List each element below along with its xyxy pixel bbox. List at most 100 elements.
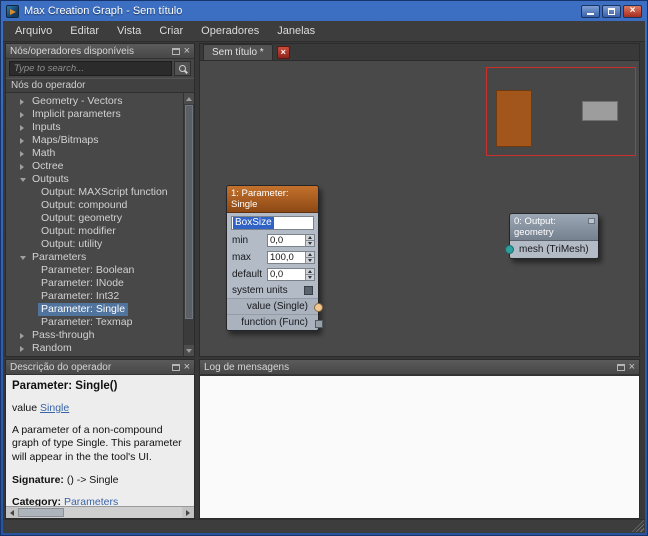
expand-icon[interactable] bbox=[20, 164, 29, 170]
function-output-port[interactable] bbox=[315, 320, 323, 328]
hscrollbar-track[interactable] bbox=[64, 507, 182, 518]
operator-group-header[interactable]: Nós do operador bbox=[6, 78, 194, 93]
tree-item-octree[interactable]: Octree bbox=[6, 160, 183, 173]
close-button[interactable]: × bbox=[623, 5, 642, 18]
node-collapse-icon[interactable] bbox=[588, 218, 595, 224]
param-name-value: BoxSize bbox=[233, 217, 274, 229]
expand-icon[interactable] bbox=[20, 138, 29, 144]
tree-item-output-geometry[interactable]: Output: geometry bbox=[6, 212, 183, 225]
resize-grip[interactable] bbox=[632, 520, 644, 532]
expand-icon[interactable] bbox=[20, 112, 29, 118]
tree-scrollbar-thumb[interactable] bbox=[185, 105, 193, 319]
menu-vista[interactable]: Vista bbox=[108, 22, 150, 40]
float-panel-icon[interactable] bbox=[172, 364, 180, 371]
nodes-panel-titlebar[interactable]: Nós/operadores disponíveis × bbox=[6, 44, 194, 59]
float-panel-icon[interactable] bbox=[172, 48, 180, 55]
field-input-max[interactable]: 100,0 bbox=[267, 251, 315, 264]
tree-item-output-maxscript-function[interactable]: Output: MAXScript function bbox=[6, 186, 183, 199]
tree-item-output-modifier[interactable]: Output: modifier bbox=[6, 225, 183, 238]
field-input-min[interactable]: 0,0 bbox=[267, 234, 315, 247]
tree-item-geometry-vectors[interactable]: Geometry - Vectors bbox=[6, 95, 183, 108]
scrollbar-track[interactable] bbox=[184, 320, 194, 345]
minimize-icon bbox=[587, 13, 594, 15]
tree-item-output-utility[interactable]: Output: utility bbox=[6, 238, 183, 251]
spinner[interactable] bbox=[305, 269, 314, 280]
search-button[interactable] bbox=[174, 61, 191, 76]
tree-item-parameter-int32[interactable]: Parameter: Int32 bbox=[6, 290, 183, 303]
parameter-node-header[interactable]: 1: Parameter: Single bbox=[227, 186, 318, 213]
description-panel-titlebar[interactable]: Descrição do operador × bbox=[6, 360, 194, 375]
menu-criar[interactable]: Criar bbox=[150, 22, 192, 40]
minimap[interactable] bbox=[486, 67, 636, 156]
spinner[interactable] bbox=[305, 235, 314, 246]
output-node[interactable]: 0: Output: geometry mesh (TriMesh) bbox=[509, 213, 599, 259]
output-node-title: 0: Output: geometry bbox=[514, 216, 556, 238]
title-bar[interactable]: Max Creation Graph - Sem título × bbox=[1, 1, 647, 21]
graph-panel: Sem título * × 1: Parameter: Single BoxS… bbox=[199, 43, 640, 357]
tree-scrollbar[interactable] bbox=[183, 93, 194, 356]
spinner-down-icon[interactable] bbox=[306, 257, 314, 263]
graph-tab[interactable]: Sem título * bbox=[203, 44, 273, 60]
tree-item-random[interactable]: Random bbox=[6, 342, 183, 355]
tree-item-parameters[interactable]: Parameters bbox=[6, 251, 183, 264]
system-units-checkbox[interactable] bbox=[304, 286, 313, 295]
window-body: ArquivoEditarVistaCriarOperadoresJanelas… bbox=[3, 21, 645, 533]
graph-tab-label: Sem título * bbox=[212, 47, 264, 58]
menu-janelas[interactable]: Janelas bbox=[268, 22, 324, 40]
scroll-down-icon[interactable] bbox=[184, 345, 194, 356]
tree-item-maps-bitmaps[interactable]: Maps/Bitmaps bbox=[6, 134, 183, 147]
description-hscrollbar[interactable] bbox=[6, 506, 194, 518]
minimize-button[interactable] bbox=[581, 5, 600, 18]
tree-item-outputs[interactable]: Outputs bbox=[6, 173, 183, 186]
category-parameters-link[interactable]: Parameters bbox=[64, 496, 118, 506]
value-output-port[interactable] bbox=[314, 303, 323, 312]
tree-item-implicit-parameters[interactable]: Implicit parameters bbox=[6, 108, 183, 121]
expand-icon[interactable] bbox=[20, 99, 29, 105]
close-panel-icon[interactable]: × bbox=[629, 363, 635, 372]
menu-arquivo[interactable]: Arquivo bbox=[6, 22, 61, 40]
spinner-down-icon[interactable] bbox=[306, 274, 314, 280]
expand-icon[interactable] bbox=[20, 151, 29, 157]
field-input-default[interactable]: 0,0 bbox=[267, 268, 315, 281]
expand-icon[interactable] bbox=[20, 125, 29, 131]
menu-operadores[interactable]: Operadores bbox=[192, 22, 268, 40]
menu-editar[interactable]: Editar bbox=[61, 22, 108, 40]
tree-item-output-compound[interactable]: Output: compound bbox=[6, 199, 183, 212]
graph-canvas[interactable]: 1: Parameter: Single BoxSize min0,0max10… bbox=[200, 61, 639, 356]
close-panel-icon[interactable]: × bbox=[184, 47, 190, 56]
tree-item-parameter-texmap[interactable]: Parameter: Texmap bbox=[6, 316, 183, 329]
tree-item-math[interactable]: Math bbox=[6, 147, 183, 160]
parameter-node[interactable]: 1: Parameter: Single BoxSize min0,0max10… bbox=[226, 185, 319, 331]
spinner[interactable] bbox=[305, 252, 314, 263]
scroll-right-icon[interactable] bbox=[182, 507, 194, 518]
search-input[interactable] bbox=[9, 61, 172, 76]
mesh-input-port[interactable] bbox=[505, 245, 514, 254]
tab-close-button[interactable]: × bbox=[277, 46, 290, 59]
collapse-icon[interactable] bbox=[20, 256, 29, 260]
close-panel-icon[interactable]: × bbox=[184, 363, 190, 372]
expand-icon[interactable] bbox=[20, 333, 29, 339]
expand-icon[interactable] bbox=[20, 346, 29, 352]
tree-item-parameter-single[interactable]: Parameter: Single bbox=[6, 303, 183, 316]
hscrollbar-thumb[interactable] bbox=[18, 508, 64, 517]
description-content: Parameter: Single() value Single A param… bbox=[6, 375, 194, 506]
float-panel-icon[interactable] bbox=[617, 364, 625, 371]
log-panel-titlebar[interactable]: Log de mensagens × bbox=[200, 360, 639, 375]
single-type-link[interactable]: Single bbox=[40, 402, 69, 414]
tree-item-parameter-inode[interactable]: Parameter: INode bbox=[6, 277, 183, 290]
tree-item-label: Parameter: INode bbox=[38, 277, 127, 290]
scroll-up-icon[interactable] bbox=[184, 93, 194, 104]
tree-item-pass-through[interactable]: Pass-through bbox=[6, 329, 183, 342]
collapse-icon[interactable] bbox=[20, 178, 29, 182]
field-label: default bbox=[232, 269, 267, 280]
signature-label: Signature: bbox=[12, 474, 64, 486]
spinner-down-icon[interactable] bbox=[306, 240, 314, 246]
tree-item-inputs[interactable]: Inputs bbox=[6, 121, 183, 134]
tree-item-strings[interactable]: Strings bbox=[6, 355, 183, 356]
maximize-button[interactable] bbox=[602, 5, 621, 18]
output-node-header[interactable]: 0: Output: geometry bbox=[510, 214, 598, 241]
output-port-row: function (Func) bbox=[227, 314, 318, 330]
scroll-left-icon[interactable] bbox=[6, 507, 18, 518]
param-name-field[interactable]: BoxSize bbox=[231, 216, 314, 230]
tree-item-parameter-boolean[interactable]: Parameter: Boolean bbox=[6, 264, 183, 277]
